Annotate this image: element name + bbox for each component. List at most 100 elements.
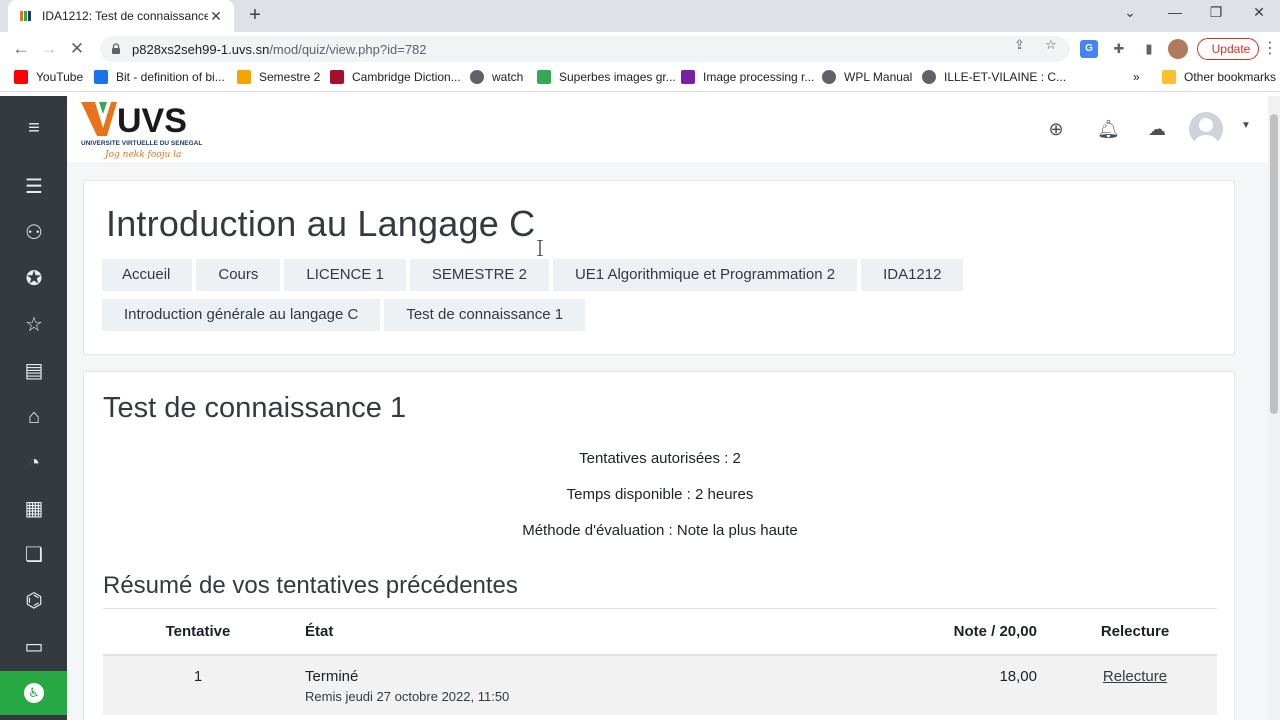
column-header-state: État [293, 608, 713, 656]
folder-icon[interactable]: ▭ [22, 635, 46, 659]
update-button[interactable]: Update [1197, 38, 1259, 60]
bookmark-superbes-images[interactable]: Superbes images gr... [537, 70, 676, 84]
breadcrumb-item-cours[interactable]: Cours [196, 259, 281, 291]
globe-icon [822, 70, 836, 84]
course-index-icon[interactable]: ☰ [22, 175, 46, 199]
bookmark-semestre-2[interactable]: Semestre 2 [237, 70, 320, 84]
attempts-allowed: Tentatives autorisées : 2 [579, 450, 741, 467]
share-icon[interactable]: ⇪ [1014, 37, 1025, 53]
page-scrollbar[interactable] [1268, 96, 1280, 720]
breadcrumb-item-accueil[interactable]: Accueil [102, 259, 193, 291]
badges-icon[interactable]: ✪ [22, 267, 46, 291]
close-window-icon[interactable]: ✕ [1248, 4, 1270, 21]
new-tab-button[interactable]: + [244, 4, 266, 26]
course-header: Introduction au Langage C Accueil Cours … [83, 180, 1235, 355]
breadcrumb-item-introduction-generale[interactable]: Introduction générale au langage C [102, 299, 381, 331]
column-header-grade: Note / 20,00 [713, 608, 1053, 656]
quiz-main-region: Test de connaissance 1 Tentatives autori… [83, 371, 1235, 720]
calendar-icon[interactable]: ▦ [22, 497, 46, 521]
time-limit: Temps disponible : 2 heures [566, 486, 754, 503]
bookmark-watch[interactable]: watch [470, 70, 523, 84]
url-text: p828xs2seh99-1.uvs.sn/mod/quiz/view.php?… [132, 41, 427, 57]
stop-loading-icon[interactable]: ✕ [66, 38, 88, 60]
globe-icon [470, 70, 484, 84]
uvs-logo[interactable]: UVS UNIVERSITE VIRTUELLE DU SENEGAL Jog … [81, 96, 209, 162]
dashboard-gauge-icon[interactable]: ◔ [22, 451, 46, 475]
competencies-star-icon[interactable]: ☆ [22, 313, 46, 337]
review-link[interactable]: Relecture [1103, 668, 1167, 685]
globe-icon [922, 70, 936, 84]
translate-extension-icon[interactable]: G [1080, 40, 1098, 58]
attempt-grade: 18,00 [713, 654, 1053, 715]
attempts-table: Tentative État Note / 20,00 Relecture 1 … [103, 608, 1217, 715]
browser-menu-icon[interactable]: ⋮ [1262, 38, 1278, 58]
accessibility-icon: ♿ [24, 683, 44, 703]
restore-icon[interactable]: ❐ [1205, 4, 1227, 21]
browser-tab-strip: IDA1212: Test de connaissance 1 ✕ + ⌄ — … [0, 0, 1280, 32]
browser-tab[interactable]: IDA1212: Test de connaissance 1 ✕ [8, 0, 234, 32]
participants-icon[interactable]: ⚇ [22, 221, 46, 245]
grades-book-icon[interactable]: ▤ [22, 359, 46, 383]
table-header-row: Tentative État Note / 20,00 Relecture [103, 608, 1217, 656]
attempt-number: 1 [103, 654, 293, 715]
lock-icon [112, 43, 120, 54]
bookmark-bit-definition[interactable]: Bit - definition of bi... [94, 70, 225, 84]
bookmark-wpl-manual[interactable]: WPL Manual [822, 70, 912, 84]
browser-profile-avatar[interactable] [1168, 39, 1188, 59]
table-row: 1 Terminé Remis jeudi 27 octobre 2022, 1… [103, 654, 1217, 715]
bookmark-site-icon [537, 70, 551, 84]
attempts-summary-heading: Résumé de vos tentatives précédentes [103, 572, 518, 599]
bookmarks-bar: YouTube Bit - definition of bi... Semest… [0, 66, 1280, 92]
youtube-icon [14, 70, 28, 84]
private-files-icon[interactable]: ❏ [22, 543, 46, 567]
breadcrumb-item-semestre-2[interactable]: SEMESTRE 2 [409, 259, 549, 291]
folder-icon [1162, 70, 1176, 84]
column-header-review: Relecture [1053, 608, 1217, 656]
forward-icon[interactable]: → [38, 38, 60, 60]
my-courses-graduation-icon[interactable]: ⌬ [22, 589, 46, 613]
bookmark-ille-et-vilaine[interactable]: ILLE-ET-VILAINE : C... [922, 70, 1066, 84]
tab-search-icon[interactable]: ⌄ [1119, 4, 1141, 21]
more-bookmarks-icon[interactable]: » [1133, 70, 1140, 84]
svg-text:UVS: UVS [117, 102, 187, 140]
back-icon[interactable]: ← [10, 38, 32, 60]
user-menu-chevron-down-icon[interactable]: ▼ [1241, 120, 1251, 131]
home-icon[interactable]: ⌂ [22, 405, 46, 429]
attempt-submitted-date: Remis jeudi 27 octobre 2022, 11:50 [305, 688, 510, 704]
extensions-icon[interactable]: ✚ [1110, 40, 1128, 58]
breadcrumb: Accueil Cours LICENCE 1 SEMESTRE 2 UE1 A… [102, 259, 1202, 339]
uvs-favicon-icon [18, 8, 34, 24]
bookmark-site-icon [94, 70, 108, 84]
language-globe-icon[interactable]: ⊕ [1045, 118, 1067, 140]
other-bookmarks[interactable]: Other bookmarks [1162, 70, 1276, 84]
page-title: Introduction au Langage C [106, 203, 536, 244]
breadcrumb-item-test-de-connaissance[interactable]: Test de connaissance 1 [384, 299, 586, 331]
breadcrumb-item-licence-1[interactable]: LICENCE 1 [284, 259, 406, 291]
bookmark-star-icon[interactable]: ☆ [1045, 37, 1057, 53]
user-avatar[interactable] [1189, 112, 1223, 146]
breadcrumb-item-ue1[interactable]: UE1 Algorithmique et Programmation 2 [552, 259, 858, 291]
text-cursor-icon [537, 240, 543, 256]
minimize-icon[interactable]: — [1164, 4, 1186, 20]
tab-title: IDA1212: Test de connaissance 1 [42, 9, 208, 23]
attempt-state-cell: Terminé Remis jeudi 27 octobre 2022, 11:… [293, 654, 713, 715]
accessibility-button[interactable]: ♿ [0, 671, 67, 715]
grading-method: Méthode d'évaluation : Note la plus haut… [522, 522, 798, 539]
notifications-bell-icon[interactable]: 🔔︎ [1097, 118, 1120, 140]
review-cell: Relecture [1053, 654, 1217, 715]
browser-toolbar: ← → ✕ p828xs2seh99-1.uvs.sn/mod/quiz/vie… [0, 32, 1280, 66]
bookmark-image-processing[interactable]: Image processing r... [681, 70, 814, 84]
cambridge-icon [330, 70, 344, 84]
scrollbar-thumb[interactable] [1270, 114, 1278, 414]
address-bar[interactable]: p828xs2seh99-1.uvs.sn/mod/quiz/view.php?… [100, 36, 1070, 62]
site-header: UVS UNIVERSITE VIRTUELLE DU SENEGAL Jog … [67, 96, 1268, 162]
bookmark-youtube[interactable]: YouTube [14, 70, 83, 84]
side-panel-icon[interactable]: ▮ [1140, 40, 1158, 58]
bookmark-cambridge[interactable]: Cambridge Diction... [330, 70, 461, 84]
attempt-state: Terminé [305, 667, 359, 685]
messages-icon[interactable]: ☁ [1146, 118, 1168, 140]
breadcrumb-item-ida1212[interactable]: IDA1212 [861, 259, 964, 291]
tab-close-icon[interactable]: ✕ [208, 8, 224, 25]
left-navigation-drawer: ≡ ☰ ⚇ ✪ ☆ ▤ ⌂ ◔ ▦ ❏ ⌬ ▭ ♿ [0, 96, 67, 720]
hamburger-menu-icon[interactable]: ≡ [22, 116, 46, 140]
